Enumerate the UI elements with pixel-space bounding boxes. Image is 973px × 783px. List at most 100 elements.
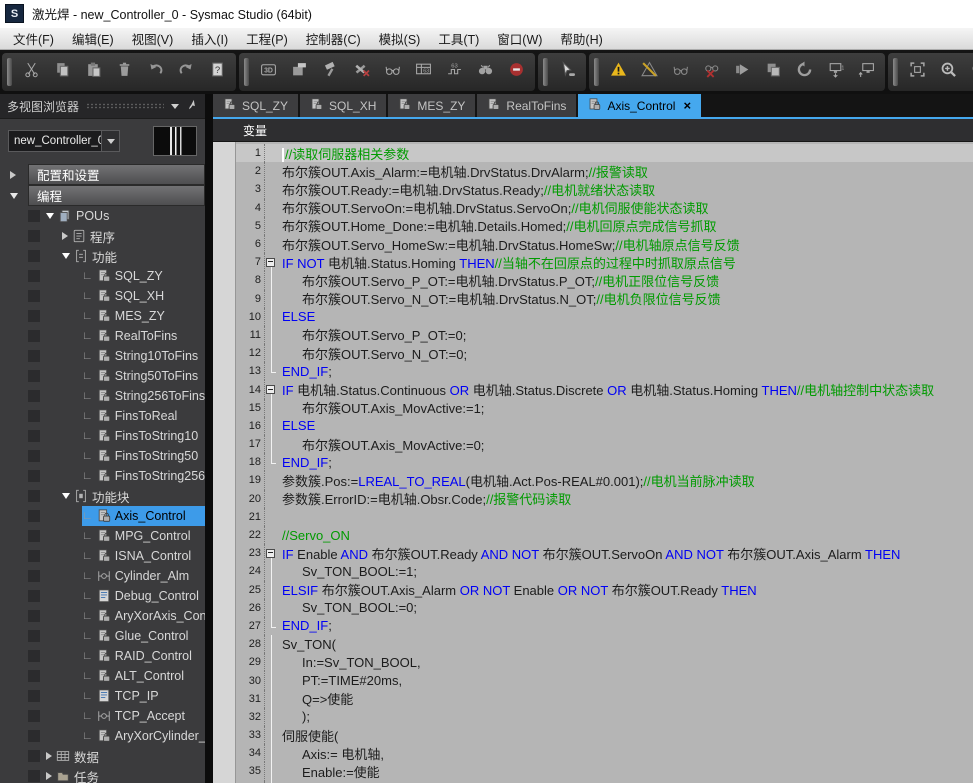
tree-item-Axis_Control[interactable]: ∟Axis_Control [0,506,205,526]
watch-glasses-button[interactable] [377,57,408,87]
undo-button[interactable] [140,57,171,87]
tree-item-MES_ZY[interactable]: ∟MES_ZY [0,306,205,326]
code-line-23[interactable]: 23IF Enable AND 布尔簇OUT.Ready AND NOT 布尔簇… [236,544,973,562]
code-line-7[interactable]: 7IF NOT 电机轴.Status.Homing THEN//当轴不在回原点的… [236,253,973,271]
code-line-9[interactable]: 9布尔簇OUT.Servo_N_OT:=电机轴.DrvStatus.N_OT;/… [236,290,973,308]
code-line-8[interactable]: 8布尔簇OUT.Servo_P_OT:=电机轴.DrvStatus.P_OT;/… [236,271,973,289]
menu-item-0[interactable]: 文件(F) [4,28,63,49]
cut-button[interactable] [16,57,47,87]
code-line-10[interactable]: 10ELSE [236,308,973,326]
collapse-arrow-icon[interactable] [62,493,70,499]
transfer-to-controller-button[interactable]: 1 [820,57,851,87]
zoom-in-button[interactable] [933,57,964,87]
sync-button[interactable] [789,57,820,87]
tree-item-FinsToString10[interactable]: ∟FinsToString10 [0,426,205,446]
tree-item-SQL_ZY[interactable]: ∟SQL_ZY [0,266,205,286]
tree-item-Cylinder_Alm[interactable]: ∟Cylinder_Alm [0,566,205,586]
code-line-31[interactable]: 31Q=>使能 [236,690,973,708]
tree-item-ALT_Control[interactable]: ∟ALT_Control [0,666,205,686]
tree-item-任务[interactable]: 任务 [0,766,205,783]
code-line-21[interactable]: 21 [236,508,973,526]
tree-item-RAID_Control[interactable]: ∟RAID_Control [0,646,205,666]
code-line-11[interactable]: 11布尔簇OUT.Servo_P_OT:=0; [236,326,973,344]
code-line-34[interactable]: 34Axis:= 电机轴, [236,744,973,762]
tree-item-RealToFins[interactable]: ∟RealToFins [0,326,205,346]
rebuild-cancel-button[interactable] [346,57,377,87]
tab-SQL_XH[interactable]: SQL_XH [300,94,386,117]
tree-section-编程[interactable]: 编程 [0,185,205,206]
code-line-20[interactable]: 20参数簇.ErrorID:=电机轴.Obsr.Code;//报警代码读取 [236,490,973,508]
code-line-25[interactable]: 25ELSIF 布尔簇OUT.Axis_Alarm OR NOT Enable … [236,581,973,599]
menu-item-4[interactable]: 工程(P) [237,28,297,49]
tree-item-String10ToFins[interactable]: ∟String10ToFins [0,346,205,366]
run-button[interactable] [727,57,758,87]
code-line-27[interactable]: 27END_IF; [236,617,973,635]
menu-item-2[interactable]: 视图(V) [123,28,183,49]
tree-item-功能块[interactable]: 功能块 [0,486,205,506]
panel-menu-icon[interactable] [171,104,179,109]
code-line-4[interactable]: 4布尔簇OUT.ServoOn:=电机轴.DrvStatus.ServoOn;/… [236,199,973,217]
tree-item-AryXorAxis_Contr[interactable]: ∟AryXorAxis_Contr [0,606,205,626]
collapse-arrow-icon[interactable] [10,193,18,199]
tree-item-String256ToFins[interactable]: ∟String256ToFins [0,386,205,406]
tree-item-String50ToFins[interactable]: ∟String50ToFins [0,366,205,386]
code-line-15[interactable]: 15布尔簇OUT.Axis_MovActive:=1; [236,399,973,417]
menu-item-7[interactable]: 工具(T) [429,28,488,49]
menu-item-3[interactable]: 插入(I) [182,28,237,49]
tree-item-数据[interactable]: 数据 [0,746,205,766]
fold-toggle[interactable] [265,544,278,562]
copy-button[interactable] [47,57,78,87]
tree-item-SQL_XH[interactable]: ∟SQL_XH [0,286,205,306]
code-line-13[interactable]: 13END_IF; [236,362,973,380]
data-trace-button[interactable]: 63 [439,57,470,87]
menu-item-8[interactable]: 窗口(W) [488,28,551,49]
fit-zoom-button[interactable] [902,57,933,87]
code-line-35[interactable]: 35Enable:=使能 [236,762,973,780]
code-line-2[interactable]: 2布尔簇OUT.Axis_Alarm:=电机轴.DrvStatus.DrvAla… [236,162,973,180]
tree-item-TCP_IP[interactable]: ∟TCP_IP [0,686,205,706]
tab-MES_ZY[interactable]: MES_ZY [388,94,475,117]
search-binoculars-button[interactable] [470,57,501,87]
controller-dropdown-arrow-icon[interactable] [101,131,119,151]
collapse-arrow-icon[interactable] [46,213,54,219]
zoom-out-button[interactable] [964,57,973,87]
transfer-from-controller-button[interactable] [851,57,882,87]
code-line-16[interactable]: 16ELSE [236,417,973,435]
edit-pointer-button[interactable] [552,57,583,87]
copy-program-button[interactable] [758,57,789,87]
menu-item-6[interactable]: 模拟(S) [370,28,430,49]
code-line-22[interactable]: 22//Servo_ON [236,526,973,544]
redo-button[interactable] [171,57,202,87]
tree-item-功能[interactable]: 功能 [0,246,205,266]
monitor-off-button[interactable] [696,57,727,87]
tree-item-FinsToString50[interactable]: ∟FinsToString50 [0,446,205,466]
expand-arrow-icon[interactable] [62,232,68,240]
tree-item-POUs[interactable]: POUs [0,206,205,226]
menu-item-5[interactable]: 控制器(C) [297,28,370,49]
fold-toggle[interactable] [265,380,278,398]
fold-toggle[interactable] [265,253,278,271]
splitter[interactable] [205,94,213,783]
tree-item-MPG_Control[interactable]: ∟MPG_Control [0,526,205,546]
warning-button[interactable] [603,57,634,87]
new-window-button[interactable] [284,57,315,87]
tab-RealToFins[interactable]: RealToFins [477,94,576,117]
delete-button[interactable] [109,57,140,87]
code-line-30[interactable]: 30PT:=TIME#20ms, [236,671,973,689]
menu-item-9[interactable]: 帮助(H) [551,28,611,49]
pin-icon[interactable] [186,99,198,114]
tab-close-icon[interactable]: × [683,99,691,112]
code-line-6[interactable]: 6布尔簇OUT.Servo_HomeSw:=电机轴.DrvStatus.Home… [236,235,973,253]
paste-button[interactable] [78,57,109,87]
tree-item-程序[interactable]: 程序 [0,226,205,246]
code-line-14[interactable]: 14IF 电机轴.Status.Continuous OR 电机轴.Status… [236,380,973,398]
code-line-26[interactable]: 26Sv_TON_BOOL:=0; [236,599,973,617]
expand-arrow-icon[interactable] [46,772,52,780]
collapse-arrow-icon[interactable] [62,253,70,259]
expand-arrow-icon[interactable] [46,752,52,760]
help-page-button[interactable]: ? [202,57,233,87]
code-line-18[interactable]: 18END_IF; [236,453,973,471]
fold-collapse-icon[interactable] [266,549,275,558]
st-code-editor[interactable]: 1//读取伺服器相关参数2布尔簇OUT.Axis_Alarm:=电机轴.DrvS… [213,142,973,783]
tab-Axis_Control[interactable]: Axis_Control× [578,94,701,117]
